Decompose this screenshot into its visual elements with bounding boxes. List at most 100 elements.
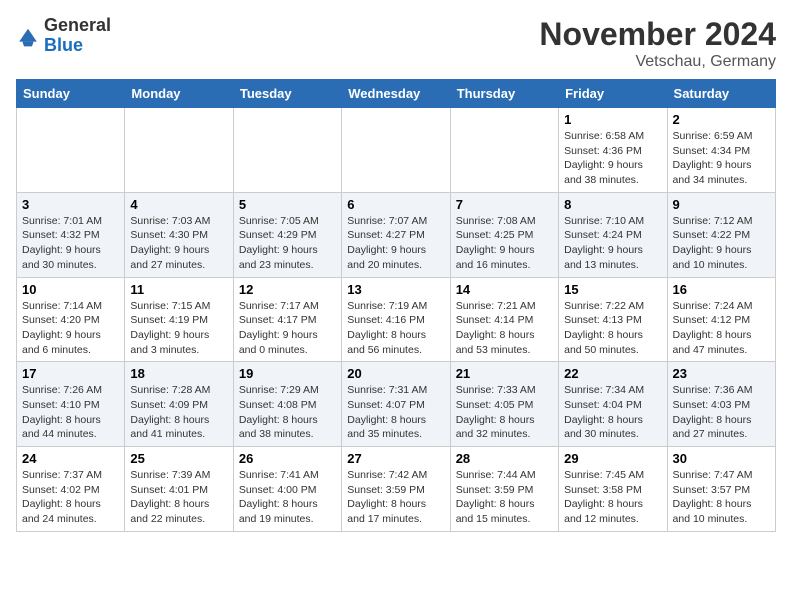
day-info: Sunrise: 7:17 AMSunset: 4:17 PMDaylight:… xyxy=(239,299,336,358)
day-number: 26 xyxy=(239,451,336,466)
weekday-header-tuesday: Tuesday xyxy=(233,80,341,108)
day-number: 22 xyxy=(564,366,661,381)
weekday-header-monday: Monday xyxy=(125,80,233,108)
week-row-3: 10 Sunrise: 7:14 AMSunset: 4:20 PMDayligh… xyxy=(17,277,776,362)
day-info: Sunrise: 7:29 AMSunset: 4:08 PMDaylight:… xyxy=(239,383,336,442)
calendar-cell: 20 Sunrise: 7:31 AMSunset: 4:07 PMDayligh… xyxy=(342,362,450,447)
day-number: 4 xyxy=(130,197,227,212)
day-info: Sunrise: 6:58 AMSunset: 4:36 PMDaylight:… xyxy=(564,129,661,188)
day-info: Sunrise: 7:26 AMSunset: 4:10 PMDaylight:… xyxy=(22,383,119,442)
page-header: General Blue November 2024 Vetschau, Ger… xyxy=(16,16,776,71)
day-number: 1 xyxy=(564,112,661,127)
day-info: Sunrise: 7:14 AMSunset: 4:20 PMDaylight:… xyxy=(22,299,119,358)
calendar-cell: 5Sunrise: 7:05 AMSunset: 4:29 PMDaylight… xyxy=(233,192,341,277)
day-number: 12 xyxy=(239,282,336,297)
weekday-header-saturday: Saturday xyxy=(667,80,775,108)
day-info: Sunrise: 7:22 AMSunset: 4:13 PMDaylight:… xyxy=(564,299,661,358)
day-info: Sunrise: 7:42 AMSunset: 3:59 PMDaylight:… xyxy=(347,468,444,527)
day-number: 16 xyxy=(673,282,770,297)
calendar-cell: 10 Sunrise: 7:14 AMSunset: 4:20 PMDayligh… xyxy=(17,277,125,362)
day-info: Sunrise: 7:15 AMSunset: 4:19 PMDaylight:… xyxy=(130,299,227,358)
calendar-cell: 24 Sunrise: 7:37 AMSunset: 4:02 PMDayligh… xyxy=(17,447,125,532)
day-number: 24 xyxy=(22,451,119,466)
calendar-cell: 26 Sunrise: 7:41 AMSunset: 4:00 PMDayligh… xyxy=(233,447,341,532)
day-info: Sunrise: 7:44 AMSunset: 3:59 PMDaylight:… xyxy=(456,468,553,527)
weekday-header-wednesday: Wednesday xyxy=(342,80,450,108)
day-info: Sunrise: 7:07 AMSunset: 4:27 PMDaylight:… xyxy=(347,214,444,273)
calendar-cell: 4 Sunrise: 7:03 AMSunset: 4:30 PMDaylight… xyxy=(125,192,233,277)
day-number: 25 xyxy=(130,451,227,466)
calendar-cell: 7 Sunrise: 7:08 AMSunset: 4:25 PMDaylight… xyxy=(450,192,558,277)
calendar-cell: 15 Sunrise: 7:22 AMSunset: 4:13 PMDayligh… xyxy=(559,277,667,362)
day-info: Sunrise: 7:31 AMSunset: 4:07 PMDaylight:… xyxy=(347,383,444,442)
day-info: Sunrise: 7:08 AMSunset: 4:25 PMDaylight:… xyxy=(456,214,553,273)
calendar-cell: 19 Sunrise: 7:29 AMSunset: 4:08 PMDayligh… xyxy=(233,362,341,447)
day-info: Sunrise: 7:34 AMSunset: 4:04 PMDaylight:… xyxy=(564,383,661,442)
day-number: 28 xyxy=(456,451,553,466)
day-info: Sunrise: 7:24 AMSunset: 4:12 PMDaylight:… xyxy=(673,299,770,358)
day-number: 11 xyxy=(130,282,227,297)
day-number: 13 xyxy=(347,282,444,297)
logo-text-blue: Blue xyxy=(44,35,83,55)
calendar-cell: 1 Sunrise: 6:58 AMSunset: 4:36 PMDaylight… xyxy=(559,108,667,193)
calendar-cell xyxy=(450,108,558,193)
day-info: Sunrise: 7:36 AMSunset: 4:03 PMDaylight:… xyxy=(673,383,770,442)
calendar-cell: 2Sunrise: 6:59 AMSunset: 4:34 PMDaylight… xyxy=(667,108,775,193)
month-title: November 2024 xyxy=(539,16,776,53)
day-number: 3 xyxy=(22,197,119,212)
day-info: Sunrise: 7:28 AMSunset: 4:09 PMDaylight:… xyxy=(130,383,227,442)
day-info: Sunrise: 7:10 AMSunset: 4:24 PMDaylight:… xyxy=(564,214,661,273)
location: Vetschau, Germany xyxy=(539,53,776,71)
calendar-cell: 21Sunrise: 7:33 AMSunset: 4:05 PMDayligh… xyxy=(450,362,558,447)
calendar-cell: 29Sunrise: 7:45 AMSunset: 3:58 PMDayligh… xyxy=(559,447,667,532)
day-number: 14 xyxy=(456,282,553,297)
calendar-cell: 11 Sunrise: 7:15 AMSunset: 4:19 PMDayligh… xyxy=(125,277,233,362)
weekday-header-sunday: Sunday xyxy=(17,80,125,108)
calendar-cell: 14 Sunrise: 7:21 AMSunset: 4:14 PMDayligh… xyxy=(450,277,558,362)
day-info: Sunrise: 7:21 AMSunset: 4:14 PMDaylight:… xyxy=(456,299,553,358)
day-number: 23 xyxy=(673,366,770,381)
day-info: Sunrise: 7:47 AMSunset: 3:57 PMDaylight:… xyxy=(673,468,770,527)
day-info: Sunrise: 7:37 AMSunset: 4:02 PMDaylight:… xyxy=(22,468,119,527)
day-number: 10 xyxy=(22,282,119,297)
day-number: 21 xyxy=(456,366,553,381)
calendar-cell: 13Sunrise: 7:19 AMSunset: 4:16 PMDayligh… xyxy=(342,277,450,362)
calendar-cell: 3 Sunrise: 7:01 AMSunset: 4:32 PMDaylight… xyxy=(17,192,125,277)
week-row-1: 1 Sunrise: 6:58 AMSunset: 4:36 PMDaylight… xyxy=(17,108,776,193)
day-info: Sunrise: 7:39 AMSunset: 4:01 PMDaylight:… xyxy=(130,468,227,527)
logo: General Blue xyxy=(16,16,111,56)
day-number: 18 xyxy=(130,366,227,381)
day-number: 15 xyxy=(564,282,661,297)
calendar-cell: 6Sunrise: 7:07 AMSunset: 4:27 PMDaylight… xyxy=(342,192,450,277)
weekday-header-thursday: Thursday xyxy=(450,80,558,108)
calendar-cell: 28 Sunrise: 7:44 AMSunset: 3:59 PMDayligh… xyxy=(450,447,558,532)
calendar-cell: 9Sunrise: 7:12 AMSunset: 4:22 PMDaylight… xyxy=(667,192,775,277)
day-number: 30 xyxy=(673,451,770,466)
day-number: 8 xyxy=(564,197,661,212)
calendar-cell: 8 Sunrise: 7:10 AMSunset: 4:24 PMDaylight… xyxy=(559,192,667,277)
day-number: 2 xyxy=(673,112,770,127)
weekday-header-friday: Friday xyxy=(559,80,667,108)
day-number: 7 xyxy=(456,197,553,212)
day-info: Sunrise: 7:03 AMSunset: 4:30 PMDaylight:… xyxy=(130,214,227,273)
day-number: 29 xyxy=(564,451,661,466)
day-info: Sunrise: 7:41 AMSunset: 4:00 PMDaylight:… xyxy=(239,468,336,527)
calendar-table: SundayMondayTuesdayWednesdayThursdayFrid… xyxy=(16,79,776,532)
calendar-cell xyxy=(17,108,125,193)
day-number: 27 xyxy=(347,451,444,466)
calendar-cell xyxy=(233,108,341,193)
day-info: Sunrise: 7:01 AMSunset: 4:32 PMDaylight:… xyxy=(22,214,119,273)
week-row-2: 3 Sunrise: 7:01 AMSunset: 4:32 PMDaylight… xyxy=(17,192,776,277)
day-number: 17 xyxy=(22,366,119,381)
logo-icon xyxy=(16,24,40,48)
calendar-cell: 22 Sunrise: 7:34 AMSunset: 4:04 PMDayligh… xyxy=(559,362,667,447)
day-number: 19 xyxy=(239,366,336,381)
calendar-cell: 17 Sunrise: 7:26 AMSunset: 4:10 PMDayligh… xyxy=(17,362,125,447)
calendar-cell: 18 Sunrise: 7:28 AMSunset: 4:09 PMDayligh… xyxy=(125,362,233,447)
calendar-cell: 25 Sunrise: 7:39 AMSunset: 4:01 PMDayligh… xyxy=(125,447,233,532)
week-row-4: 17 Sunrise: 7:26 AMSunset: 4:10 PMDayligh… xyxy=(17,362,776,447)
weekday-header-row: SundayMondayTuesdayWednesdayThursdayFrid… xyxy=(17,80,776,108)
title-section: November 2024 Vetschau, Germany xyxy=(539,16,776,71)
calendar-cell: 12 Sunrise: 7:17 AMSunset: 4:17 PMDayligh… xyxy=(233,277,341,362)
day-number: 20 xyxy=(347,366,444,381)
